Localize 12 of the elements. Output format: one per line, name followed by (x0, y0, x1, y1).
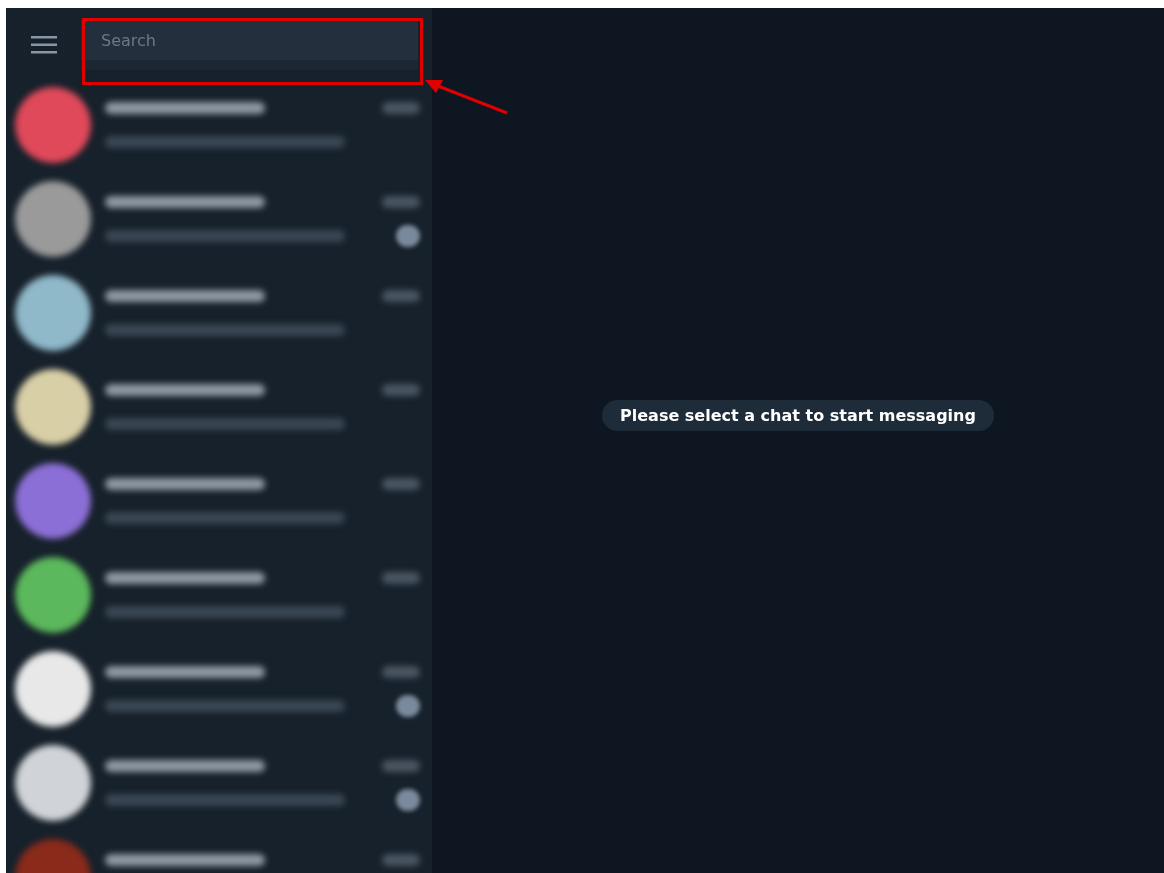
blurred-time (382, 760, 420, 772)
menu-icon[interactable] (31, 36, 57, 54)
empty-state-message: Please select a chat to start messaging (602, 400, 994, 431)
blurred-time (382, 854, 420, 866)
blurred-time (382, 666, 420, 678)
blurred-time (382, 572, 420, 584)
blurred-time (382, 384, 420, 396)
blurred-time (382, 290, 420, 302)
blurred-time (382, 196, 420, 208)
search-field[interactable]: Search (81, 20, 418, 70)
blurred-time (382, 478, 420, 490)
blurred-time (382, 102, 420, 114)
